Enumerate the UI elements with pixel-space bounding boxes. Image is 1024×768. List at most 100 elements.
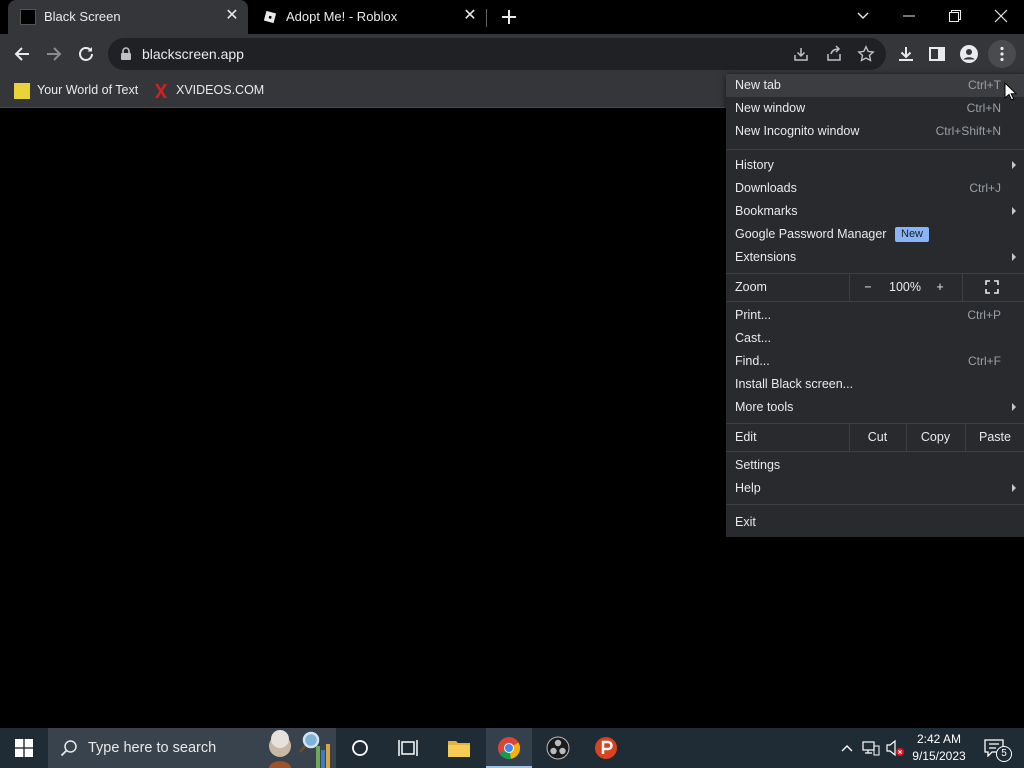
clock-date: 9/15/2023: [912, 749, 966, 763]
chrome-logo-icon: [498, 737, 521, 760]
close-tab-icon[interactable]: ✕: [224, 8, 240, 24]
chrome-menu-button[interactable]: [988, 40, 1016, 68]
cut-button[interactable]: Cut: [850, 423, 905, 451]
close-tab-icon[interactable]: ✕: [462, 8, 478, 24]
menu-separator: [726, 149, 1024, 150]
psiphon-taskbar-button[interactable]: [584, 728, 628, 768]
task-view-icon: [398, 740, 418, 756]
obs-taskbar-button[interactable]: [536, 728, 580, 768]
menu-item-label: New tab: [735, 78, 781, 92]
mouse-cursor-icon: [1004, 82, 1018, 101]
cortana-circle-icon: [352, 740, 368, 756]
new-tab-button[interactable]: [498, 6, 520, 28]
plus-icon: [502, 10, 516, 24]
windows-logo-icon: [15, 739, 33, 757]
task-view-button[interactable]: [388, 728, 428, 768]
profile-button[interactable]: [955, 40, 983, 68]
bookmark-your-world-of-text[interactable]: Your World of Text: [14, 81, 142, 101]
minimize-icon: [903, 15, 915, 17]
roblox-favicon-icon: [262, 9, 278, 25]
menu-item-label: Cast...: [735, 331, 772, 345]
tab-divider: [486, 9, 487, 27]
fullscreen-icon: [985, 280, 999, 294]
side-panel-button[interactable]: [923, 40, 951, 68]
star-icon: [857, 45, 875, 62]
menu-item-bookmarks[interactable]: Bookmarks: [726, 200, 1024, 223]
menu-item-google-password-manager[interactable]: Google Password Manager New: [726, 223, 1024, 246]
menu-item-label: Downloads: [735, 181, 797, 195]
menu-item-label: Settings: [735, 458, 781, 472]
volume-muted-icon: [886, 739, 904, 757]
chevron-up-icon: [841, 745, 853, 752]
close-window-button[interactable]: [978, 0, 1024, 32]
tab-strip: Black Screen ✕ Adopt Me! - Roblox ✕: [0, 0, 1024, 34]
forward-button[interactable]: [40, 40, 68, 68]
chrome-menu: New tab Ctrl+T New window Ctrl+N New Inc…: [726, 73, 1024, 537]
windows-taskbar: Type here to search 2:42 AM 9/15/2023 5: [0, 728, 1024, 768]
start-button[interactable]: [0, 728, 48, 768]
address-bar[interactable]: blackscreen.app: [108, 38, 886, 70]
file-explorer-button[interactable]: [436, 728, 482, 768]
install-icon: [794, 48, 808, 61]
back-button[interactable]: [8, 40, 36, 68]
menu-item-cast[interactable]: Cast...: [726, 327, 1024, 350]
reload-icon: [79, 47, 93, 61]
zoom-out-button[interactable]: −: [854, 273, 882, 301]
restore-button[interactable]: [932, 0, 978, 32]
bookmark-label: Your World of Text: [37, 83, 139, 97]
menu-item-label: Exit: [735, 515, 756, 529]
menu-item-print[interactable]: Print... Ctrl+P: [726, 304, 1024, 327]
tab-search-button[interactable]: [840, 0, 886, 32]
copy-button[interactable]: Copy: [907, 423, 964, 451]
zoom-in-button[interactable]: +: [926, 273, 954, 301]
edit-row: Edit Cut Copy Paste: [726, 423, 1024, 451]
menu-item-more-tools[interactable]: More tools: [726, 396, 1024, 419]
menu-item-exit[interactable]: Exit: [726, 511, 1024, 534]
menu-item-find[interactable]: Find... Ctrl+F: [726, 350, 1024, 373]
obs-logo-icon: [546, 736, 570, 760]
tab-black-screen[interactable]: Black Screen ✕: [8, 0, 248, 34]
side-panel-icon: [929, 47, 945, 61]
menu-item-history[interactable]: History: [726, 154, 1024, 177]
menu-item-downloads[interactable]: Downloads Ctrl+J: [726, 177, 1024, 200]
menu-separator: [726, 301, 1024, 302]
lock-icon[interactable]: [120, 47, 132, 61]
share-icon: [827, 45, 841, 61]
menu-item-new-window[interactable]: New window Ctrl+N: [726, 97, 1024, 120]
reload-button[interactable]: [72, 40, 100, 68]
install-app-button[interactable]: [789, 42, 813, 66]
network-button[interactable]: [860, 728, 882, 768]
cortana-button[interactable]: [340, 728, 380, 768]
fullscreen-button[interactable]: [978, 273, 1006, 301]
black-screen-favicon-icon: [20, 9, 36, 25]
menu-item-new-incognito-window[interactable]: New Incognito window Ctrl+Shift+N: [726, 120, 1024, 143]
downloads-button[interactable]: [892, 40, 920, 68]
menu-item-label: Help: [735, 481, 761, 495]
action-center-button[interactable]: 5: [980, 728, 1020, 768]
menu-item-help[interactable]: Help: [726, 477, 1024, 500]
menu-item-new-tab[interactable]: New tab Ctrl+T: [726, 74, 1024, 97]
menu-item-install-black-screen[interactable]: Install Black screen...: [726, 373, 1024, 396]
menu-item-settings[interactable]: Settings: [726, 454, 1024, 477]
volume-button[interactable]: [884, 728, 906, 768]
taskbar-search-box[interactable]: Type here to search: [48, 728, 336, 768]
more-vert-icon: [1000, 46, 1004, 62]
show-hidden-icons-button[interactable]: [836, 728, 858, 768]
share-button[interactable]: [822, 42, 846, 66]
arrow-right-icon: [47, 47, 62, 61]
minimize-button[interactable]: [886, 0, 932, 32]
bookmark-xvideos[interactable]: XVIDEOS.COM: [153, 81, 264, 101]
url-text[interactable]: blackscreen.app: [142, 46, 244, 62]
paste-button[interactable]: Paste: [966, 423, 1024, 451]
chrome-taskbar-button[interactable]: [486, 728, 532, 768]
menu-item-label: Bookmarks: [735, 204, 798, 218]
tab-adopt-me-roblox[interactable]: Adopt Me! - Roblox ✕: [250, 0, 486, 34]
submenu-arrow-icon: [1012, 403, 1016, 411]
bookmark-star-button[interactable]: [854, 42, 878, 66]
taskbar-clock[interactable]: 2:42 AM 9/15/2023: [906, 731, 972, 765]
zoom-divider: [849, 273, 850, 301]
menu-item-shortcut: Ctrl+N: [966, 101, 1001, 115]
restore-icon: [949, 10, 961, 22]
network-icon: [862, 741, 880, 756]
menu-item-extensions[interactable]: Extensions: [726, 246, 1024, 269]
